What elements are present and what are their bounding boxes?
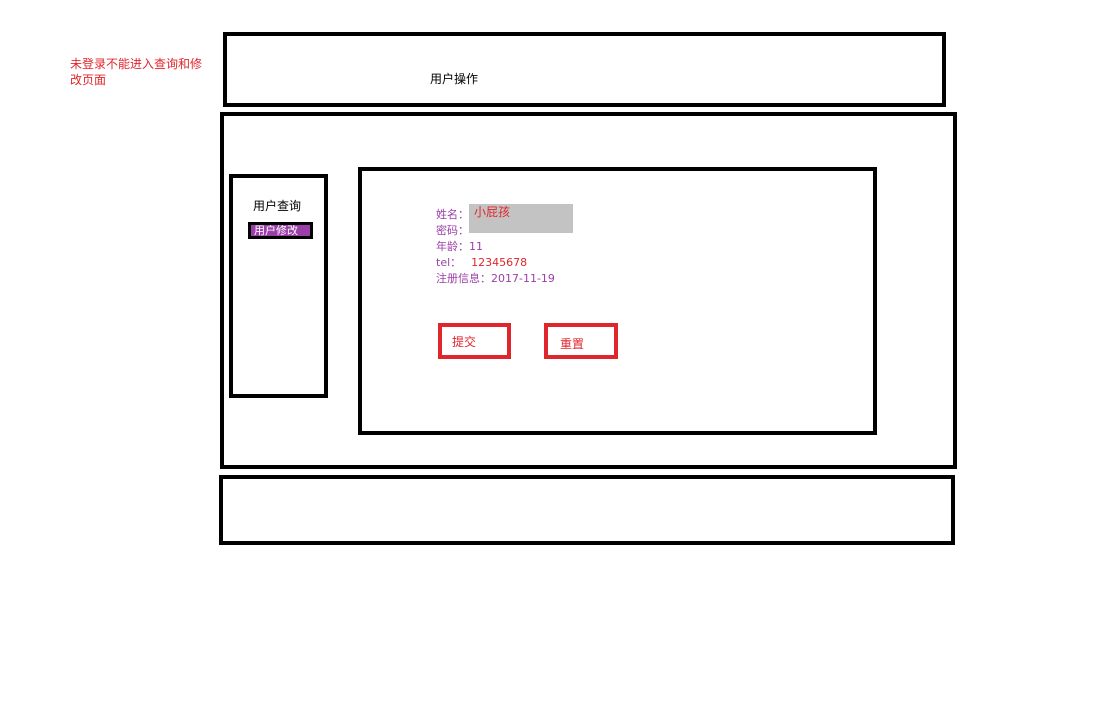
age-label: 年龄： xyxy=(436,240,469,253)
login-warning-note: 未登录不能进入查询和修改页面 xyxy=(70,57,203,87)
register-label: 注册信息： xyxy=(436,272,491,285)
tel-label: tel： xyxy=(436,256,462,269)
user-form: 姓名： 小屁孩 密码： 年龄：11 tel： 12345678 注册信息：2017-… xyxy=(436,204,573,287)
reset-button[interactable]: 重置 xyxy=(544,323,618,359)
header-panel: 用户操作 xyxy=(223,32,946,107)
register-row: 注册信息：2017-11-19 xyxy=(436,271,573,287)
sidebar-item-user-modify[interactable]: 用户修改 xyxy=(248,222,313,239)
footer-panel xyxy=(219,475,955,545)
name-label: 姓名： xyxy=(436,208,469,221)
age-row: 年龄：11 xyxy=(436,239,573,255)
sidebar: 用户查询 用户修改 xyxy=(229,174,328,398)
register-value: 2017-11-19 xyxy=(491,272,555,285)
submit-button[interactable]: 提交 xyxy=(438,323,511,359)
content-panel: 姓名： 小屁孩 密码： 年龄：11 tel： 12345678 注册信息：2017-… xyxy=(358,167,877,435)
sidebar-item-user-query[interactable]: 用户查询 xyxy=(253,197,301,214)
age-value[interactable]: 11 xyxy=(469,240,483,253)
name-input[interactable]: 小屁孩 xyxy=(469,204,573,233)
tel-value[interactable]: 12345678 xyxy=(461,256,527,269)
header-title: 用户操作 xyxy=(430,72,479,86)
name-row: 姓名： 小屁孩 xyxy=(436,204,573,233)
password-label: 密码： xyxy=(436,224,469,237)
tel-row: tel： 12345678 xyxy=(436,255,573,271)
